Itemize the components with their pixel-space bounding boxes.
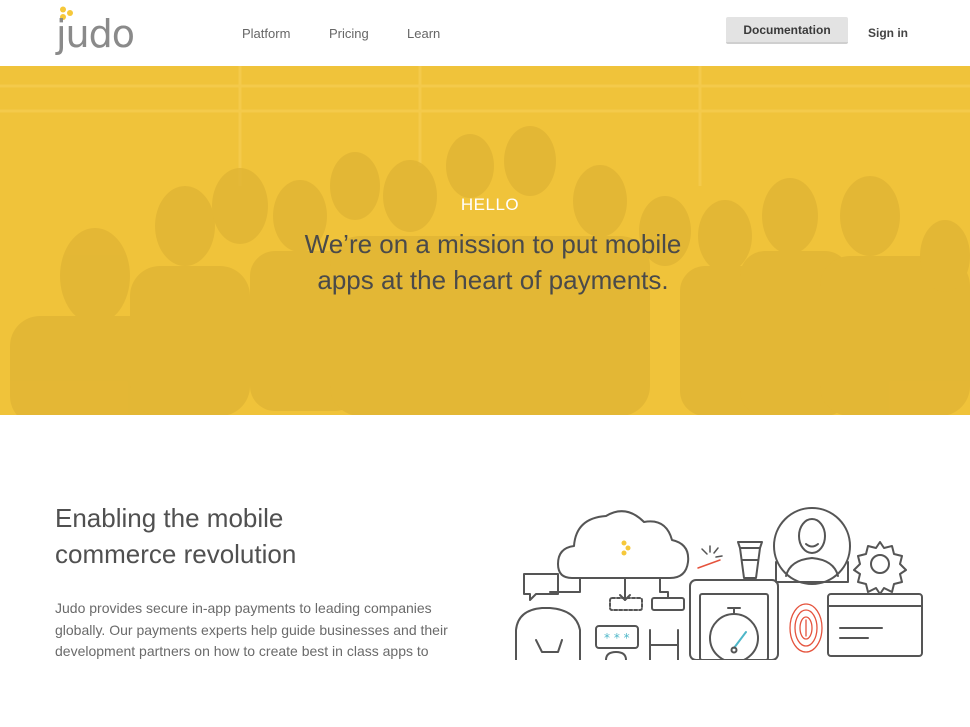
nav-pricing[interactable]: Pricing <box>329 26 369 41</box>
gear-icon <box>853 541 907 595</box>
stopwatch-icon <box>709 607 759 660</box>
section-title-line-2: commerce revolution <box>55 539 297 569</box>
coffee-cup-icon <box>737 541 763 579</box>
hero-banner: HELLO We’re on a mission to put mobile a… <box>0 66 970 415</box>
section-title: Enabling the mobile commerce revolution <box>55 500 455 572</box>
judo-logo[interactable]: judo <box>56 6 136 60</box>
hero-kicker: HELLO <box>460 195 520 214</box>
nav-learn[interactable]: Learn <box>407 26 440 41</box>
credit-card-icon <box>827 593 923 657</box>
logo-wordmark: judo <box>56 12 135 56</box>
documentation-button[interactable]: Documentation <box>726 17 848 44</box>
hero-title-line-1: We’re on a mission to put mobile <box>304 229 682 259</box>
chat-bubble-icon <box>523 573 559 601</box>
hero-title-line-2: apps at the heart of payments. <box>317 265 669 295</box>
svg-text:* * *: * * * <box>604 631 630 645</box>
section-title-line-1: Enabling the mobile <box>55 503 284 533</box>
hero-title: We’re on a mission to put mobile apps at… <box>0 226 970 298</box>
section-body: Judo provides secure in-app payments to … <box>55 600 448 659</box>
mobile-commerce-illustration: * * * <box>515 507 923 660</box>
cloud-icon <box>557 510 690 579</box>
password-field-icon: * * * <box>595 597 685 649</box>
site-header: judo Platform Pricing Learn Documentatio… <box>0 0 970 67</box>
fingerprint-icon <box>789 603 823 653</box>
nav-platform[interactable]: Platform <box>242 26 290 41</box>
user-avatar-icon <box>773 507 851 585</box>
signin-link[interactable]: Sign in <box>868 26 908 40</box>
